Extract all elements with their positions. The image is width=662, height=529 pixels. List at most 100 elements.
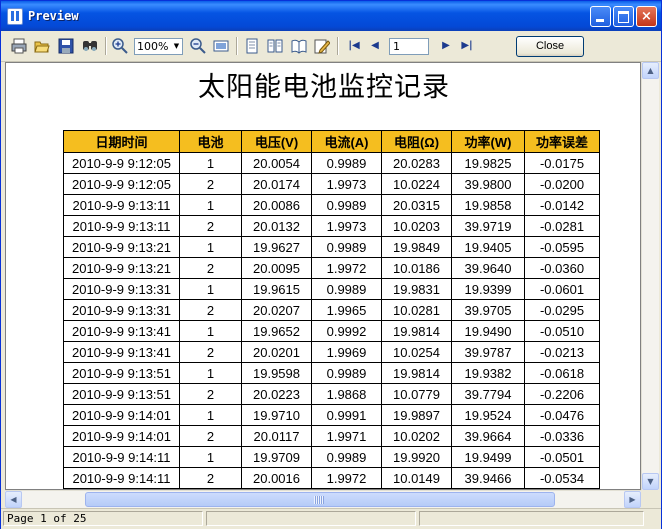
table-cell: 1.9965: [311, 299, 382, 321]
find-icon[interactable]: [82, 38, 98, 54]
table-cell: 20.0086: [241, 194, 312, 216]
previous-page-icon[interactable]: ◀: [367, 38, 383, 54]
close-window-button[interactable]: ×: [636, 6, 657, 27]
table-cell: 1: [179, 362, 242, 384]
scroll-up-icon[interactable]: ▲: [642, 62, 659, 79]
table-cell: -0.0360: [524, 257, 600, 279]
table-cell: 20.0054: [241, 152, 312, 174]
table-cell: 1.9973: [311, 173, 382, 195]
table-row: 2010-9-9 9:12:05 2 20.0174 1.9973 10.0224 39.…: [63, 173, 600, 195]
next-page-icon[interactable]: ▶: [438, 38, 454, 54]
table-cell: 20.0207: [241, 299, 312, 321]
scroll-left-icon[interactable]: ◀: [5, 491, 22, 508]
scroll-right-icon[interactable]: ▶: [624, 491, 641, 508]
minimize-button[interactable]: [590, 6, 611, 27]
table-cell: 2010-9-9 9:13:31: [63, 278, 180, 300]
table-cell: 2010-9-9 9:13:11: [63, 215, 180, 237]
table-cell: 1: [179, 236, 242, 258]
page-number-value: 1: [393, 40, 400, 53]
table-cell: 19.9615: [241, 278, 312, 300]
table-cell: -0.0510: [524, 320, 600, 342]
table-row: 2010-9-9 9:13:41 1 19.9652 0.9992 19.9814 19.…: [63, 320, 600, 342]
horizontal-scrollbar[interactable]: ◀ ▶: [5, 490, 641, 508]
single-page-icon[interactable]: [244, 38, 260, 54]
table-cell: 20.0016: [241, 467, 312, 489]
table-cell: 2: [179, 425, 242, 447]
table-cell: 1: [179, 320, 242, 342]
table-cell: 39.9466: [451, 467, 525, 489]
save-icon[interactable]: [58, 38, 74, 54]
close-button[interactable]: Close: [516, 36, 584, 57]
table-cell: 2010-9-9 9:13:21: [63, 257, 180, 279]
maximize-icon: [618, 11, 629, 23]
open-icon[interactable]: [34, 38, 50, 54]
table-cell: -0.0142: [524, 194, 600, 216]
table-row: 2010-9-9 9:14:11 1 19.9709 0.9989 19.9920 19.…: [63, 446, 600, 468]
table-cell: 20.0174: [241, 173, 312, 195]
table-cell: 1: [179, 152, 242, 174]
print-icon[interactable]: [11, 38, 27, 54]
table-cell: 2010-9-9 9:13:21: [63, 236, 180, 258]
toolbar: 100% ▼ |◀ ◀ 1 ▶ ▶| Close: [1, 31, 661, 62]
table-cell: -0.0336: [524, 425, 600, 447]
table-cell: 1: [179, 278, 242, 300]
table-cell: 1.9972: [311, 257, 382, 279]
table-cell: 10.0203: [381, 215, 452, 237]
status-panel-2: [206, 511, 416, 526]
table-cell: -0.0175: [524, 152, 600, 174]
table-cell: 10.0224: [381, 173, 452, 195]
horizontal-scroll-thumb[interactable]: [85, 492, 555, 507]
monitor-table: 日期时间 电池 电压(V) 电流(A) 电阻(Ω) 功率(W) 功率误差 201…: [63, 130, 600, 489]
page-number-input[interactable]: 1: [389, 38, 429, 55]
table-cell: 39.9705: [451, 299, 525, 321]
first-page-icon[interactable]: |◀: [346, 38, 362, 54]
table-cell: 2: [179, 383, 242, 405]
table-cell: 2: [179, 173, 242, 195]
zoom-select[interactable]: 100% ▼: [134, 38, 183, 55]
table-cell: 2: [179, 257, 242, 279]
status-panel-3: [419, 511, 644, 526]
table-cell: 1: [179, 194, 242, 216]
table-cell: 0.9991: [311, 404, 382, 426]
vertical-scrollbar[interactable]: ▲ ▼: [641, 62, 659, 490]
table-cell: 19.9920: [381, 446, 452, 468]
title-bar[interactable]: Preview ×: [1, 1, 661, 31]
chevron-down-icon[interactable]: ▼: [172, 40, 181, 53]
table-cell: 10.0281: [381, 299, 452, 321]
table-cell: -0.0595: [524, 236, 600, 258]
table-cell: 2010-9-9 9:14:01: [63, 404, 180, 426]
zoom-value: 100%: [137, 40, 169, 53]
table-cell: 2010-9-9 9:14:11: [63, 467, 180, 489]
table-cell: 39.9800: [451, 173, 525, 195]
column-header: 日期时间: [63, 130, 180, 153]
book-view-icon[interactable]: [291, 38, 307, 54]
table-cell: -0.2206: [524, 383, 600, 405]
table-cell: 19.9382: [451, 362, 525, 384]
zoom-out-icon[interactable]: [190, 38, 206, 54]
table-row: 2010-9-9 9:13:11 2 20.0132 1.9973 10.0203 39.…: [63, 215, 600, 237]
table-row: 2010-9-9 9:13:51 1 19.9598 0.9989 19.9814 19.…: [63, 362, 600, 384]
table-cell: 2010-9-9 9:13:31: [63, 299, 180, 321]
table-cell: 0.9989: [311, 362, 382, 384]
table-cell: 39.9787: [451, 341, 525, 363]
table-cell: 39.7794: [451, 383, 525, 405]
table-cell: -0.0200: [524, 173, 600, 195]
table-row: 2010-9-9 9:13:31 2 20.0207 1.9965 10.0281 39.…: [63, 299, 600, 321]
document-viewport[interactable]: 太阳能电池监控记录 日期时间 电池 电压(V) 电流(A) 电阻(Ω) 功率(W…: [5, 62, 641, 490]
table-cell: 2010-9-9 9:14:11: [63, 446, 180, 468]
table-row: 2010-9-9 9:13:51 2 20.0223 1.9868 10.0779 39.…: [63, 383, 600, 405]
table-cell: 19.9709: [241, 446, 312, 468]
table-cell: 19.9831: [381, 278, 452, 300]
edit-icon[interactable]: [314, 38, 331, 54]
zoom-in-icon[interactable]: [112, 38, 128, 54]
maximize-button[interactable]: [613, 6, 634, 27]
table-cell: 0.9989: [311, 236, 382, 258]
scroll-down-icon[interactable]: ▼: [642, 473, 659, 490]
table-cell: 19.9524: [451, 404, 525, 426]
table-cell: 19.9849: [381, 236, 452, 258]
page-width-icon[interactable]: [213, 38, 229, 54]
table-cell: 39.9719: [451, 215, 525, 237]
table-cell: 19.9490: [451, 320, 525, 342]
multi-page-icon[interactable]: [267, 38, 283, 54]
last-page-icon[interactable]: ▶|: [459, 38, 475, 54]
